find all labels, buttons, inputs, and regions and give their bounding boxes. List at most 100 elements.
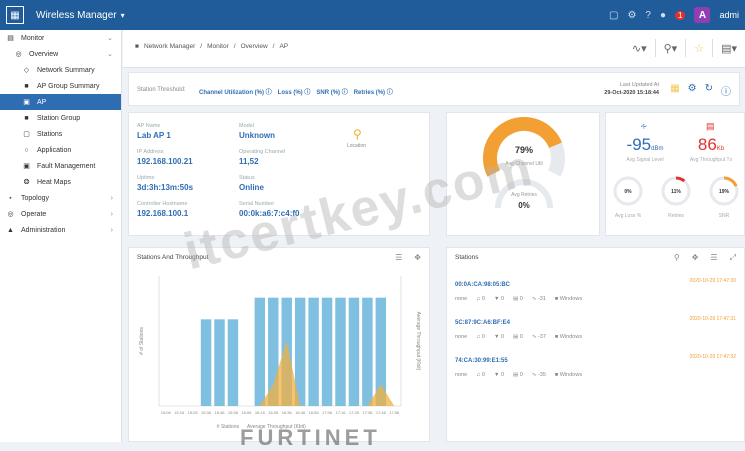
chevron-icon[interactable]: › (111, 211, 113, 218)
chevron-icon[interactable]: › (111, 227, 113, 234)
bar (227, 319, 239, 406)
y-axis-label: # of Stations (139, 327, 145, 355)
station-stat: ▼ 0 (493, 296, 505, 302)
station-stat: ▤ 0 (513, 296, 523, 302)
threshold-item[interactable]: Channel Utilization (%) ⓘ (199, 87, 272, 96)
sidebar-item-label: Topology (21, 194, 50, 202)
terminal-icon[interactable]: ▢ (609, 10, 618, 21)
x-tick-label: 17:56 (389, 410, 400, 415)
sidebar-item-label: Heat Maps (37, 178, 71, 186)
threshold-item[interactable]: Loss (%) ⓘ (278, 87, 311, 96)
table-row[interactable]: 00:0A:CA:98:05:BC 2020-10-29 17:47:30 none… (455, 278, 740, 302)
x-tick-label: 15:16 (174, 410, 185, 415)
avatar[interactable]: A (694, 7, 711, 23)
sidebar-item-label: Station Group (37, 114, 81, 122)
station-stat: ▤ 0 (513, 334, 523, 340)
station-stat: ♫ 0 (476, 296, 485, 302)
status-field: Status Online (239, 175, 264, 192)
monitor-icon: ▤ (7, 35, 14, 42)
table-row[interactable]: 5C:87:9C:A6:BF:E4 2020-10-29 17:47:31 none… (455, 316, 740, 340)
menu-icon[interactable]: ☰ (710, 253, 717, 263)
sidebar-item-overview[interactable]: ◎ Overview ⌄ (0, 46, 121, 62)
chevron-icon[interactable]: ⌄ (107, 50, 113, 58)
sidebar: ▤ Monitor ⌄ ◎ Overview ⌄ ◇ Network Summary ■ AP G… (0, 30, 122, 442)
threshold-item[interactable]: SNR (%) ⓘ (316, 87, 347, 96)
refresh-icon[interactable]: ↻ (705, 83, 713, 98)
last-updated: Last Updated At 29-Oct-2020 15:18:44 (604, 82, 659, 96)
table-row[interactable]: 74:CA:30:99:E1:55 2020-10-29 17:47:32 none… (455, 354, 740, 378)
x-tick-label: 16:26 (268, 410, 279, 415)
network-icon: ◇ (23, 67, 30, 74)
sidebar-item-fault-management[interactable]: ▣ Fault Management (0, 158, 121, 174)
app-title[interactable]: Wireless Manager (36, 10, 117, 21)
operate-icon: ◎ (7, 211, 14, 218)
x-tick-label: 16:46 (295, 410, 306, 415)
sidebar-item-network-summary[interactable]: ◇ Network Summary (0, 62, 121, 78)
breadcrumb-item[interactable]: Overview (241, 43, 268, 50)
app-grid-icon[interactable]: ▦ (6, 6, 24, 24)
sidebar-item-station-group[interactable]: ■ Station Group (0, 110, 121, 126)
metrics-card: ∻ ▤ -95dBm Avg Signal Level 86Kb Avg Thr… (605, 112, 745, 236)
breadcrumb-item: AP (279, 43, 289, 50)
sidebar-item-ap-group-summary[interactable]: ■ AP Group Summary (0, 78, 121, 94)
sidebar-item-stations[interactable]: ▢ Stations (0, 126, 121, 142)
top-bar: ▦ Wireless Manager ▾ ▢ ⚙ ? ● 1 A admi (0, 0, 745, 30)
bell-icon[interactable]: ● (660, 10, 666, 21)
x-tick-label: 15:06 (161, 410, 172, 415)
activity-icon[interactable]: ∿▾ (632, 42, 647, 55)
station-stat: ■ Windows (554, 334, 583, 340)
group-icon: ■ (24, 82, 29, 90)
sidebar-item-heat-maps[interactable]: ❂ Heat Maps (0, 174, 121, 190)
gauge-card: 79% Avg Channel Util Avg Retries 0% (446, 112, 600, 236)
star-icon[interactable]: ☆ (694, 42, 704, 55)
sidebar-item-monitor[interactable]: ▤ Monitor ⌄ (0, 30, 121, 46)
move-icon[interactable]: ✥ (692, 253, 699, 263)
sidebar-item-application[interactable]: ○ Application (0, 142, 121, 158)
threshold-item[interactable]: Retries (%) ⓘ (354, 87, 393, 96)
dashboard-menu-icon[interactable]: ▤▾ (721, 42, 737, 55)
breadcrumb-item[interactable]: Monitor (207, 43, 229, 50)
main-header: ■ Network Manager / Monitor / Overview / AP… (123, 30, 745, 68)
home-icon[interactable]: ■ (135, 43, 139, 50)
sidebar-item-label: Monitor (21, 34, 45, 42)
x-tick-label: 17:06 (322, 410, 333, 415)
help-icon[interactable]: ? (645, 10, 651, 21)
settings-icon[interactable]: ⚙ (627, 10, 636, 21)
gear-icon[interactable]: ⚙ (688, 83, 697, 98)
y2-axis-label: Average Throughput (Kbit) (415, 312, 421, 371)
x-tick-label: 15:26 (188, 410, 199, 415)
sidebar-item-ap[interactable]: ▣ AP (0, 94, 121, 110)
search-icon[interactable]: ⚲ (674, 253, 680, 263)
station-stat: ♫ 0 (476, 334, 485, 340)
calendar-icon[interactable]: ▦ (670, 83, 679, 98)
x-tick-label: 16:36 (282, 410, 293, 415)
expand-icon[interactable]: ⤢ (730, 253, 736, 263)
station-group-icon: ■ (24, 114, 29, 122)
threshold-label: Station Threshold: (137, 87, 186, 93)
channel-field: Operating Channel 11,52 (239, 149, 286, 166)
breadcrumb-item[interactable]: Network Manager (144, 43, 195, 50)
bar (200, 319, 212, 406)
station-stat: none (455, 372, 468, 378)
sidebar-item-operate[interactable]: ◎ Operate › (0, 206, 121, 222)
station-stat: ■ Windows (554, 372, 583, 378)
admin-label[interactable]: admi (719, 10, 739, 20)
info-icon[interactable]: ⓘ (721, 83, 731, 98)
chevron-icon[interactable]: ⌄ (107, 34, 113, 42)
search-icon[interactable]: ⚲▾ (664, 42, 678, 55)
retries-label: Retries (668, 213, 684, 219)
sidebar-item-administration[interactable]: ▲ Administration › (0, 222, 121, 238)
station-stat: ♫ 0 (476, 372, 485, 378)
bar (321, 297, 333, 406)
legend-stations: # Stations (217, 424, 240, 430)
location-pin-icon[interactable]: ⚲ (353, 127, 362, 141)
sidebar-item-topology[interactable]: ⋆ Topology › (0, 190, 121, 206)
x-tick-label: 16:16 (255, 410, 266, 415)
loss-value: 0% (624, 189, 632, 195)
chevron-icon[interactable]: › (111, 195, 113, 202)
x-tick-label: 17:26 (349, 410, 360, 415)
station-stat: none (455, 334, 468, 340)
location-label: Location (347, 143, 366, 149)
application-icon: ○ (24, 146, 29, 154)
chevron-down-icon[interactable]: ▾ (121, 11, 125, 20)
